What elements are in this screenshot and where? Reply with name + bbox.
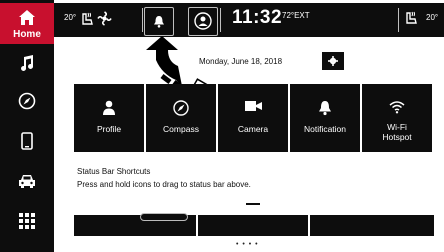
- apps-grid-icon: [19, 213, 35, 229]
- shortcut-slot[interactable]: [198, 203, 308, 236]
- profile-icon: [103, 100, 115, 115]
- tile-label: Profile: [96, 124, 122, 134]
- bell-icon: [154, 16, 164, 28]
- sidebar-item-vehicle[interactable]: [0, 163, 54, 199]
- sidebar-item-media[interactable]: [0, 45, 54, 81]
- sidebar-item-label: Home: [13, 29, 41, 40]
- tile-label: Camera: [237, 124, 269, 134]
- music-icon: [21, 55, 34, 71]
- heated-seat-icon[interactable]: [80, 12, 94, 26]
- tile-camera[interactable]: Camera: [218, 84, 288, 152]
- driver-temp[interactable]: 20°: [64, 13, 76, 22]
- tile-compass[interactable]: Compass: [146, 84, 216, 152]
- notification-shortcut[interactable]: [144, 7, 174, 36]
- sidebar-item-home[interactable]: Home: [0, 3, 54, 44]
- car-icon: [19, 175, 35, 188]
- tile-profile[interactable]: Profile: [74, 84, 144, 152]
- exterior-temp: 72°EXT: [282, 11, 310, 20]
- shortcut-hint: Press and hold icons to drag to status b…: [77, 180, 251, 189]
- divider: [398, 8, 399, 32]
- heated-seat-icon[interactable]: [404, 11, 418, 25]
- wifi-icon: [389, 101, 405, 114]
- tile-label: Wi-Fi Hotspot: [382, 122, 412, 142]
- tile-wifi-hotspot[interactable]: Wi-Fi Hotspot: [362, 84, 432, 152]
- compass-icon: [173, 100, 189, 116]
- sidebar-item-navigation[interactable]: [0, 83, 54, 119]
- compass-icon: [18, 92, 36, 110]
- shortcut-slot[interactable]: [310, 215, 434, 236]
- divider: [142, 8, 143, 32]
- camera-icon: [244, 101, 262, 111]
- status-bar: 20° 11:32 72°EXT 20°: [54, 3, 444, 37]
- phone-icon: [21, 132, 33, 150]
- tile-label: Notification: [303, 124, 347, 134]
- sidebar: Home: [0, 0, 54, 252]
- gear-icon: [328, 56, 338, 66]
- profile-icon: [194, 12, 212, 30]
- passenger-temp[interactable]: 20°: [426, 13, 438, 22]
- tile-label: Compass: [163, 124, 199, 134]
- clock: 11:32: [232, 7, 283, 28]
- bell-icon: [319, 101, 331, 116]
- page-indicator[interactable]: • • • •: [236, 241, 259, 248]
- home-icon: [19, 10, 35, 25]
- tile-notification[interactable]: Notification: [290, 84, 360, 152]
- settings-button[interactable]: [322, 52, 344, 70]
- divider: [220, 8, 221, 32]
- shortcut-title: Status Bar Shortcuts: [77, 167, 151, 176]
- sidebar-item-apps[interactable]: [0, 203, 54, 239]
- fan-icon[interactable]: [97, 11, 112, 26]
- profile-shortcut[interactable]: [188, 7, 218, 36]
- sidebar-item-phone[interactable]: [0, 123, 54, 159]
- drag-preview: [140, 213, 188, 221]
- drag-handle[interactable]: [246, 203, 260, 205]
- date-display: Monday, June 18, 2018: [199, 57, 283, 66]
